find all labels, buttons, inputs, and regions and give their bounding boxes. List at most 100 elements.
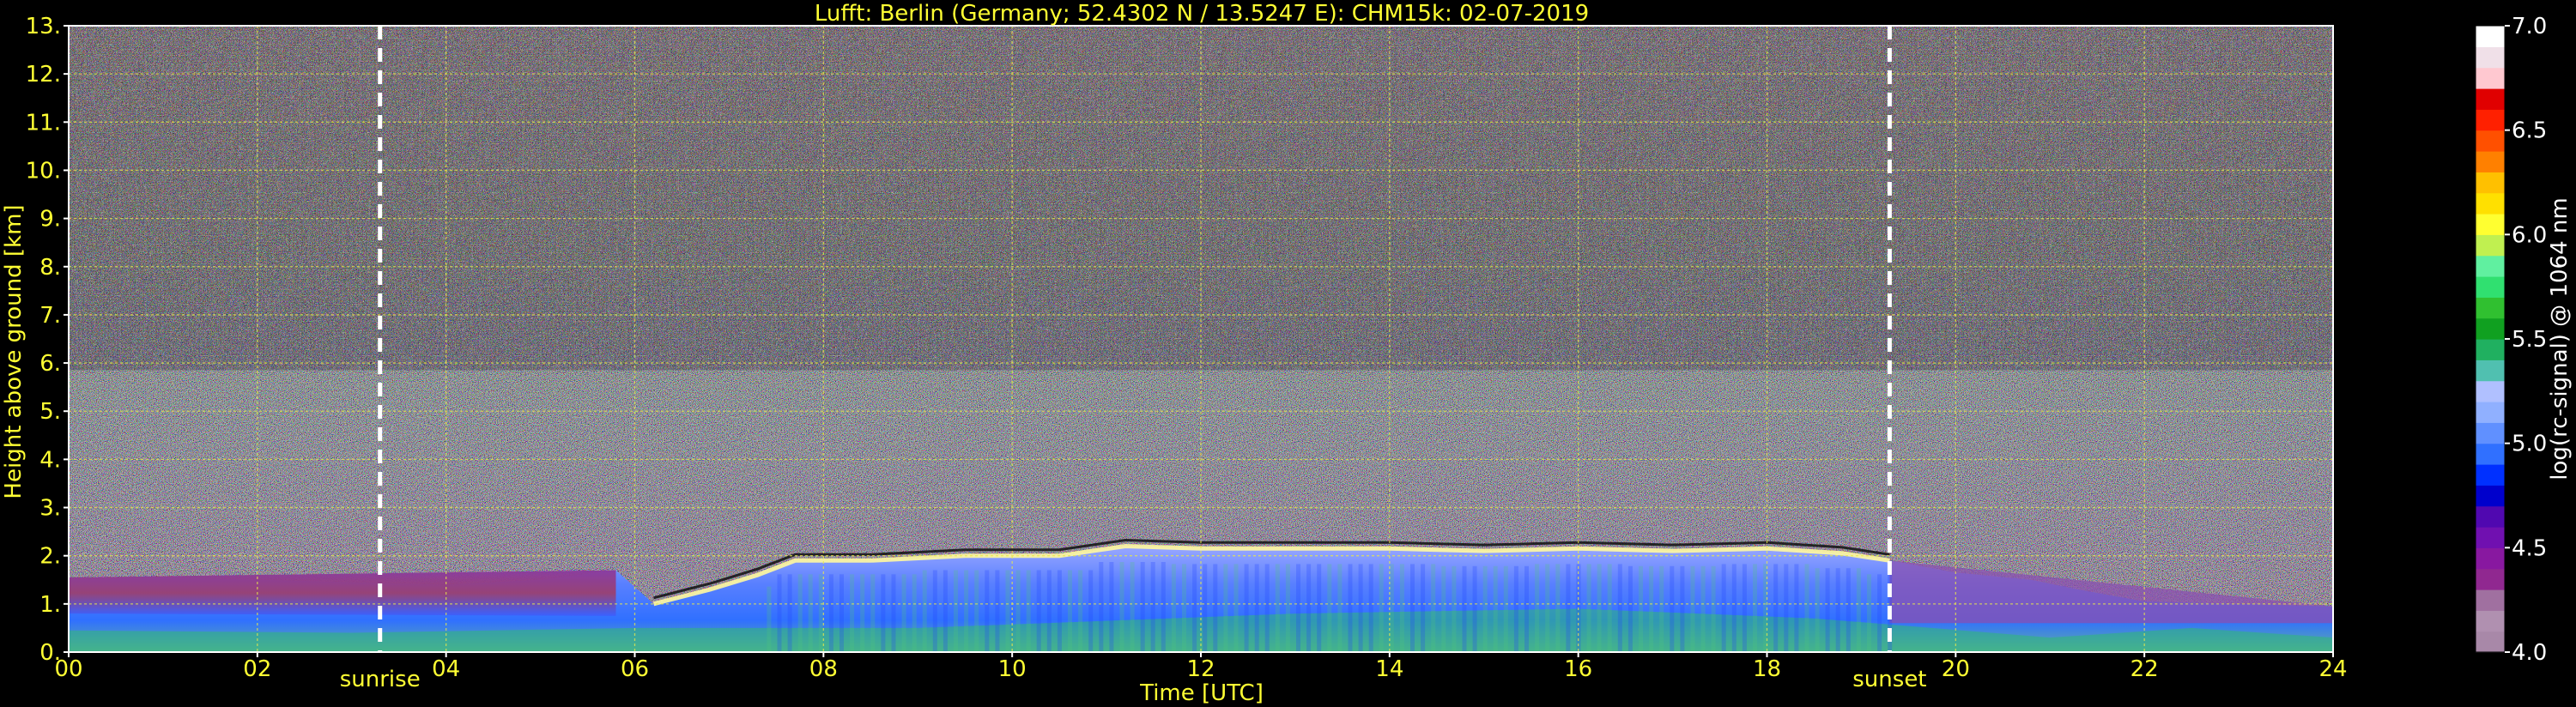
x-tick-label: 08 <box>809 656 838 682</box>
signal-streak <box>1566 564 1571 652</box>
colorbar-segment <box>2476 276 2505 298</box>
signal-streak <box>1109 562 1114 652</box>
colorbar-tick-label: 5.0 <box>2512 432 2547 457</box>
signal-streak <box>1659 565 1664 652</box>
signal-streak <box>1026 570 1031 652</box>
y-tick-labels: 0.1.2.3.4.5.6.7.8.9.10.11.12.13. <box>26 14 69 666</box>
colorbar-segment <box>2476 109 2505 131</box>
colorbar-tick-label: 7.0 <box>2512 14 2547 39</box>
signal-streak <box>1389 564 1394 652</box>
marker-label-sunrise: sunrise <box>340 667 421 692</box>
signal-streak <box>1275 564 1280 652</box>
signal-streak <box>818 574 823 652</box>
x-tick-label: 22 <box>2131 656 2159 682</box>
signal-streak <box>954 570 958 652</box>
y-tick-label: 13. <box>26 14 61 39</box>
signal-streak <box>1036 570 1041 652</box>
colorbar-tick-label: 4.5 <box>2512 535 2547 561</box>
signal-streak <box>1877 574 1882 652</box>
signal-streak <box>1358 564 1363 652</box>
signal-streak <box>797 574 803 652</box>
colorbar-segment <box>2476 297 2505 319</box>
colorbar-segment <box>2476 610 2505 632</box>
signal-streak <box>891 574 896 652</box>
y-tick-label: 12. <box>26 62 61 88</box>
signal-streak <box>777 574 782 652</box>
marker-labels: sunrise sunset <box>340 667 1927 692</box>
signal-streak <box>1597 564 1602 652</box>
signal-streak <box>828 574 833 652</box>
signal-streak <box>1804 564 1809 652</box>
colorbar-segment <box>2476 547 2505 570</box>
signal-streak <box>850 574 855 652</box>
x-tick-label: 00 <box>54 656 82 682</box>
signal-streak <box>1368 564 1373 652</box>
colorbar <box>2475 25 2506 653</box>
signal-streak <box>1825 568 1830 652</box>
colorbar-segment <box>2476 234 2505 257</box>
chart-title: Lufft: Berlin (Germany; 52.4302 N / 13.5… <box>815 1 1589 27</box>
signal-streak <box>1607 564 1612 652</box>
colorbar-segment <box>2476 380 2505 402</box>
colorbar-segment <box>2476 130 2505 152</box>
signal-streak <box>1639 565 1643 652</box>
signal-streak <box>1046 570 1052 652</box>
signal-streak <box>1192 564 1197 652</box>
signal-streak <box>1057 570 1062 652</box>
signal-streak <box>839 574 844 652</box>
x-tick-label: 24 <box>2318 656 2347 682</box>
signal-streak <box>1867 574 1871 652</box>
colorbar-segment <box>2476 631 2505 653</box>
colorbar-segment <box>2476 317 2505 340</box>
signal-streak <box>1680 565 1685 652</box>
signal-streak <box>767 586 772 652</box>
colorbar-segment <box>2476 339 2505 360</box>
signal-streak <box>1731 564 1737 652</box>
colorbar-segment <box>2476 589 2505 611</box>
signal-streak <box>870 574 876 652</box>
signal-streak <box>1348 564 1353 652</box>
signal-streak <box>1130 562 1135 652</box>
signal-streak <box>912 574 917 652</box>
y-tick-label: 3. <box>39 496 61 522</box>
y-tick-label: 9. <box>39 207 61 233</box>
signal-streak <box>1794 564 1799 652</box>
signal-streak <box>1068 570 1072 652</box>
signal-streak <box>1150 562 1155 652</box>
y-tick-label: 8. <box>39 255 61 281</box>
signal-streak <box>1254 564 1259 652</box>
signal-streak <box>974 570 979 652</box>
signal-streak <box>1223 564 1228 652</box>
signal-streak <box>1700 565 1706 652</box>
signal-streak <box>1264 564 1270 652</box>
signal-streak <box>1317 564 1322 652</box>
signal-streak <box>1431 564 1436 652</box>
signal-streak <box>1784 564 1789 652</box>
signal-streak <box>1856 568 1861 652</box>
colorbar-segment <box>2476 151 2505 172</box>
signal-streak <box>1773 564 1779 652</box>
colorbar-segment <box>2476 527 2505 548</box>
colorbar-segment <box>2476 485 2505 507</box>
colorbar-segment <box>2476 26 2505 47</box>
signal-streak <box>1503 565 1508 652</box>
signal-streak <box>1015 570 1021 652</box>
colorbar-tick-label: 6.5 <box>2512 118 2547 144</box>
signal-streak <box>1711 565 1716 652</box>
colorbar-segment <box>2476 192 2505 215</box>
x-tick-label: 06 <box>621 656 649 682</box>
colorbar-segment <box>2476 46 2505 69</box>
signal-streak <box>1649 565 1654 652</box>
signal-streak <box>1586 564 1591 652</box>
y-tick-label: 4. <box>39 447 61 473</box>
x-tick-label: 02 <box>243 656 271 682</box>
signal-streak <box>1171 564 1176 652</box>
colorbar-segment <box>2476 88 2505 110</box>
x-axis-label: Time [UTC] <box>1139 680 1264 706</box>
colorbar-segment <box>2476 360 2505 382</box>
signal-streak <box>787 574 792 652</box>
y-tick-label: 6. <box>39 351 61 377</box>
signal-streak <box>1088 570 1094 652</box>
signal-streak <box>1005 570 1010 652</box>
signal-streak <box>1161 562 1166 652</box>
